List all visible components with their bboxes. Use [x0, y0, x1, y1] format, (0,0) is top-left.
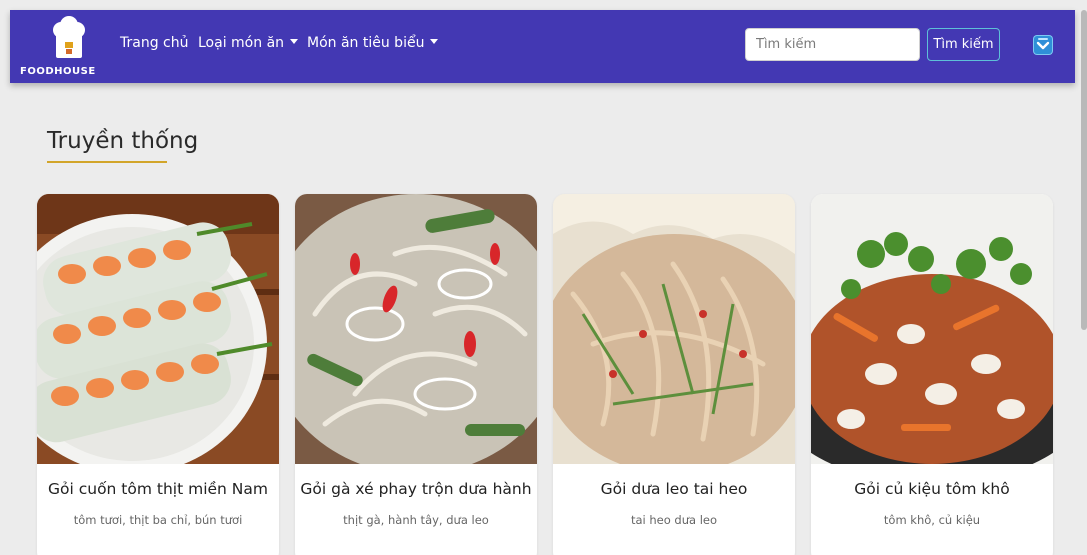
- food-card[interactable]: Gỏi gà xé phay trộn dưa hành thịt gà, hà…: [295, 194, 537, 555]
- nav-categories-label: Loại món ăn: [198, 35, 285, 51]
- food-image-goi-dua-leo: [553, 194, 795, 464]
- caret-down-icon: [430, 39, 439, 44]
- food-image-goi-cu-kieu: [811, 194, 1053, 464]
- card-title: Gỏi cuốn tôm thịt miền Nam: [48, 480, 268, 498]
- food-image-goi-cuon: [37, 194, 279, 464]
- navbar: FOODHOUSE Trang chủ Loại món ăn Món ăn t…: [10, 10, 1075, 83]
- search-input[interactable]: [745, 28, 920, 61]
- food-image-goi-ga: [295, 194, 537, 464]
- food-card[interactable]: Gỏi củ kiệu tôm khô tôm khô, củ kiệu: [811, 194, 1053, 555]
- page-scrollbar[interactable]: [1081, 10, 1087, 330]
- food-card[interactable]: Gỏi dưa leo tai heo tai heo dưa leo: [553, 194, 795, 555]
- nav-home-link[interactable]: Trang chủ: [120, 35, 188, 51]
- search-button[interactable]: Tìm kiếm: [927, 28, 1000, 61]
- nav-featured-label: Món ăn tiêu biểu: [307, 35, 425, 51]
- card-description: tôm khô, củ kiệu: [883, 513, 981, 527]
- brand-name: FOODHOUSE: [20, 66, 96, 77]
- chef-hat-icon: [53, 16, 85, 58]
- card-title: Gỏi gà xé phay trộn dưa hành: [300, 480, 532, 498]
- card-title: Gỏi dưa leo tai heo: [600, 480, 748, 498]
- section-title-underline: [47, 161, 167, 163]
- card-title: Gỏi củ kiệu tôm khô: [854, 480, 1010, 498]
- card-description: thịt gà, hành tây, dưa leo: [343, 513, 489, 527]
- card-description: tôm tươi, thịt ba chỉ, bún tươi: [73, 513, 243, 527]
- nav-categories-dropdown[interactable]: Loại món ăn: [198, 35, 299, 51]
- caret-down-icon: [290, 39, 299, 44]
- nav-featured-dropdown[interactable]: Món ăn tiêu biểu: [307, 35, 439, 51]
- food-card[interactable]: Gỏi cuốn tôm thịt miền Nam tôm tươi, thị…: [37, 194, 279, 555]
- card-description: tai heo dưa leo: [630, 513, 718, 527]
- brand-logo[interactable]: FOODHOUSE: [20, 14, 100, 78]
- section-title: Truyền thống: [47, 128, 199, 154]
- user-dropdown-icon[interactable]: [1031, 33, 1055, 57]
